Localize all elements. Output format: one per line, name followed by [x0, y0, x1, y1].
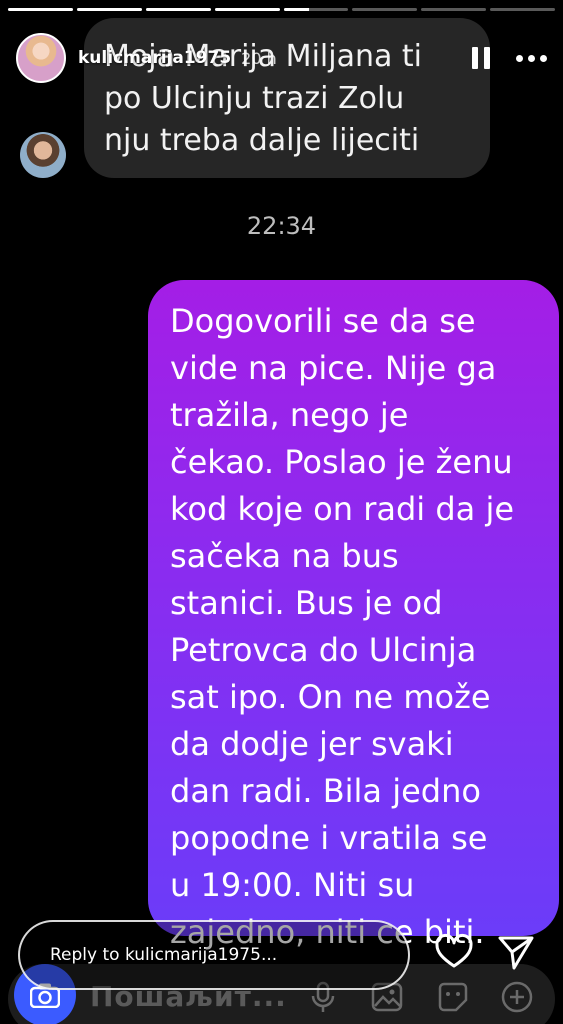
story-progress-segment — [283, 8, 349, 11]
outgoing-message-bubble: Dogovorili se da se vide na pice. Nije g… — [148, 280, 559, 951]
avatar[interactable] — [16, 33, 66, 83]
story-progress-segment — [76, 8, 142, 11]
heart-icon[interactable] — [434, 932, 474, 972]
chat-screenshot: Moja Marija Miljana ti po Ulcinju trazi … — [0, 0, 563, 1024]
pause-icon[interactable] — [472, 47, 490, 69]
more-icon[interactable] — [516, 54, 547, 62]
story-progress-fill — [283, 8, 310, 11]
story-reply-input[interactable]: Reply to kulicmarija1975... — [18, 920, 410, 990]
story-progress-fill — [76, 8, 142, 11]
story-progress-fill — [214, 8, 280, 11]
story-progress-segment — [214, 8, 280, 11]
send-icon[interactable] — [496, 932, 536, 972]
plus-icon[interactable] — [500, 980, 534, 1014]
story-progress-segment — [421, 8, 487, 11]
outgoing-message-text: Dogovorili se da se vide na pice. Nije g… — [170, 302, 515, 951]
sticker-icon[interactable] — [436, 980, 470, 1014]
contact-avatar — [20, 132, 66, 178]
story-progress-fill — [8, 8, 73, 11]
message-timestamp: 22:34 — [246, 212, 317, 240]
story-progress-segment — [145, 8, 211, 11]
story-progress-segment — [490, 8, 555, 11]
story-progress — [8, 8, 555, 11]
story-progress-segment — [352, 8, 418, 11]
story-time-ago: 20 h — [241, 48, 277, 68]
story-username[interactable]: kulicmarija1975 — [78, 48, 231, 68]
story-progress-segment — [8, 8, 73, 11]
reply-placeholder: Reply to kulicmarija1975... — [50, 945, 278, 965]
story-progress-fill — [145, 8, 211, 11]
story-header: kulicmarija1975 20 h — [16, 32, 547, 84]
